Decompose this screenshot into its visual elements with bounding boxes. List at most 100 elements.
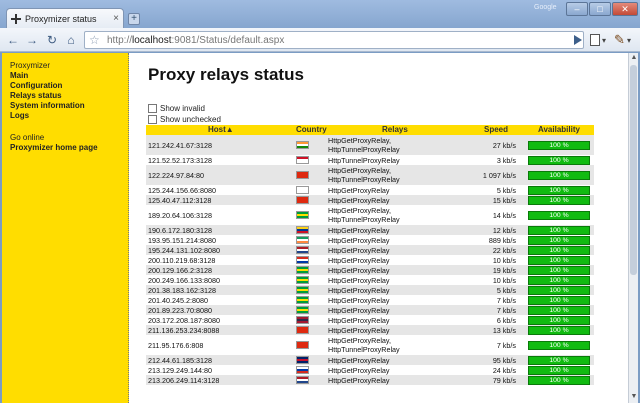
availability-bar: 100 % <box>528 170 590 180</box>
sidebar-item-main[interactable]: Main <box>10 71 128 81</box>
wrench-icon[interactable]: ✎ <box>614 32 625 48</box>
home-icon[interactable]: ⌂ <box>64 33 78 47</box>
table-row: 203.172.208.187:8080 HttpGetProxyRelay 6 k… <box>146 315 594 325</box>
speed-cell: 3 kb/s <box>496 155 516 165</box>
scroll-up-icon[interactable]: ▲ <box>630 54 638 61</box>
host-cell: 203.172.208.187:8080 <box>148 315 220 325</box>
table-row: 193.95.151.214:8080 HttpGetProxyRelay 889 … <box>146 235 594 245</box>
go-arrow-icon[interactable] <box>574 35 582 45</box>
availability-bar: 100 % <box>528 235 590 245</box>
country-flag-icon <box>296 171 309 179</box>
favicon-icon <box>11 13 21 24</box>
sidebar-item-home-page[interactable]: Proxymizer home page <box>10 143 128 153</box>
relay-line: HttpGetProxyRelay <box>328 285 390 295</box>
chevron-down-icon[interactable]: ▾ <box>627 36 631 45</box>
url-text: http://localhost:9081/Status/default.asp… <box>107 35 285 46</box>
relays-cell: HttpGetProxyRelay <box>328 236 390 245</box>
forward-arrow-icon[interactable]: → <box>25 33 39 47</box>
sidebar: Proxymizer Main Configuration Relays sta… <box>2 53 129 403</box>
star-icon[interactable]: ☆ <box>89 33 100 47</box>
page-menu-icon[interactable] <box>590 34 600 46</box>
speed-cell: 889 kb/s <box>488 235 516 245</box>
page-title: Proxy relays status <box>148 65 304 84</box>
relay-line: HttpGetProxyRelay <box>328 255 390 265</box>
title-bar: Proxymizer status × + Google – □ ✕ <box>0 0 640 28</box>
sidebar-item-relays-status[interactable]: Relays status <box>10 91 128 101</box>
show-invalid-option[interactable]: Show invalid <box>148 104 205 113</box>
show-unchecked-option[interactable]: Show unchecked <box>148 115 221 124</box>
availability-bar: 100 % <box>528 265 590 275</box>
host-cell: 201.40.245.2:8080 <box>148 295 208 305</box>
browser-tab[interactable]: Proxymizer status × <box>6 8 124 28</box>
speed-column-header[interactable]: Speed <box>484 125 508 135</box>
relays-cell: HttpGetProxyRelay <box>328 286 390 295</box>
country-flag-icon <box>296 316 309 324</box>
relays-cell: HttpGetProxyRelay, HttpTunnelProxyRelay <box>328 136 400 154</box>
relay-line: HttpGetProxyRelay <box>328 365 390 375</box>
availability-bar: 100 % <box>528 245 590 255</box>
table-row: 200.249.166.133:8080 HttpGetProxyRelay 10 … <box>146 275 594 285</box>
relay-line: HttpGetProxyRelay, <box>328 166 391 175</box>
relay-line: HttpGetProxyRelay <box>328 315 390 325</box>
country-flag-icon <box>296 341 309 349</box>
host-cell: 211.136.253.234:8088 <box>148 325 220 335</box>
sidebar-item-logs[interactable]: Logs <box>10 111 128 121</box>
host-cell: 200.249.166.133:8080 <box>148 275 220 285</box>
table-row: 201.38.183.162:3128 HttpGetProxyRelay 5 kb… <box>146 285 594 295</box>
maximize-button[interactable]: □ <box>589 2 611 16</box>
close-window-button[interactable]: ✕ <box>612 2 638 16</box>
host-cell: 201.89.223.70:8080 <box>148 305 212 315</box>
availability-bar: 100 % <box>528 155 590 165</box>
sidebar-item-go-online[interactable]: Go online <box>10 133 128 143</box>
reload-icon[interactable]: ↻ <box>45 33 59 47</box>
host-cell: 213.206.249.114:3128 <box>148 375 220 385</box>
availability-column-header[interactable]: Availability <box>538 125 580 135</box>
chevron-down-icon[interactable]: ▾ <box>602 36 606 45</box>
country-flag-icon <box>296 256 309 264</box>
country-flag-icon <box>296 246 309 254</box>
relay-line: HttpTunnelProxyRelay <box>328 215 400 224</box>
country-flag-icon <box>296 156 309 164</box>
show-invalid-checkbox[interactable] <box>148 104 157 113</box>
table-row: 190.6.172.180:3128 HttpGetProxyRelay 12 kb… <box>146 225 594 235</box>
sidebar-item-system-information[interactable]: System information <box>10 101 128 111</box>
scroll-thumb[interactable] <box>630 65 637 275</box>
availability-bar: 100 % <box>528 355 590 365</box>
host-cell: 211.95.176.6:808 <box>148 340 204 350</box>
new-tab-button[interactable]: + <box>128 13 140 25</box>
relay-line: HttpGetProxyRelay, <box>328 206 391 215</box>
host-column-header[interactable]: Host▲ <box>208 125 234 135</box>
back-arrow-icon[interactable]: ← <box>6 33 20 47</box>
profile-label: Google <box>534 4 557 11</box>
relay-line: HttpGetProxyRelay <box>328 305 390 315</box>
relays-cell: HttpGetProxyRelay <box>328 276 390 285</box>
vertical-scrollbar[interactable]: ▲ ▼ <box>628 53 638 403</box>
relays-cell: HttpGetProxyRelay <box>328 256 390 265</box>
tab-close-button[interactable]: × <box>113 13 119 24</box>
minimize-button[interactable]: – <box>566 2 588 16</box>
availability-bar: 100 % <box>528 210 590 220</box>
relay-line: HttpGetProxyRelay <box>328 235 390 245</box>
browser-toolbar: ← → ↻ ⌂ ☆ http://localhost:9081/Status/d… <box>0 28 640 52</box>
show-unchecked-checkbox[interactable] <box>148 115 157 124</box>
table-row: 200.110.219.68:3128 HttpGetProxyRelay 10 k… <box>146 255 594 265</box>
country-flag-icon <box>296 266 309 274</box>
relays-cell: HttpGetProxyRelay <box>328 246 390 255</box>
host-cell: 195.244.131.102:8080 <box>148 245 220 255</box>
speed-cell: 14 kb/s <box>492 210 516 220</box>
relays-cell: HttpGetProxyRelay <box>328 266 390 275</box>
scroll-down-icon[interactable]: ▼ <box>630 393 638 400</box>
relay-line: HttpGetProxyRelay <box>328 245 390 255</box>
relay-line: HttpTunnelProxyRelay <box>328 345 400 354</box>
country-flag-icon <box>296 376 309 384</box>
relays-column-header[interactable]: Relays <box>382 125 408 135</box>
relays-cell: HttpGetProxyRelay <box>328 196 390 205</box>
relay-line: HttpGetProxyRelay <box>328 375 390 385</box>
country-column-header[interactable]: Country <box>296 125 327 135</box>
country-flag-icon <box>296 236 309 244</box>
sidebar-item-configuration[interactable]: Configuration <box>10 81 128 91</box>
sidebar-item-proxymizer[interactable]: Proxymizer <box>10 61 128 71</box>
address-bar[interactable]: ☆ http://localhost:9081/Status/default.a… <box>84 31 584 49</box>
main-content: Proxy relays status Show invalid Show un… <box>146 53 626 403</box>
relays-cell: HttpGetProxyRelay, HttpTunnelProxyRelay <box>328 336 400 354</box>
